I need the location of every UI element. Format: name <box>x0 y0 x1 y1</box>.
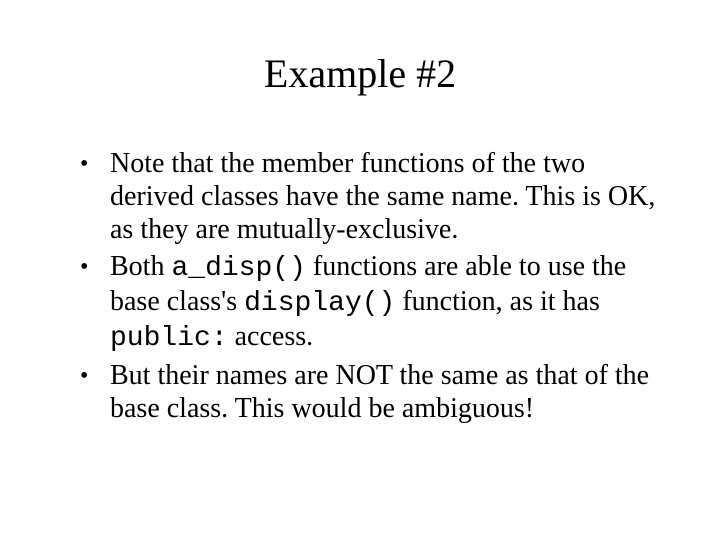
bullet-text: But their names are NOT the same as that… <box>110 360 649 424</box>
list-item: Note that the member functions of the tw… <box>80 147 660 246</box>
bullet-list: Note that the member functions of the tw… <box>50 147 670 425</box>
slide-title: Example #2 <box>50 50 670 97</box>
bullet-text: access. <box>228 321 314 352</box>
code-span: display() <box>244 288 395 319</box>
code-span: public: <box>110 323 228 354</box>
bullet-text: Note that the member functions of the tw… <box>110 148 655 245</box>
bullet-text: Both <box>110 251 171 282</box>
slide: Example #2 Note that the member function… <box>0 0 720 540</box>
bullet-text: function, as it has <box>395 286 600 317</box>
list-item: But their names are NOT the same as that… <box>80 359 660 425</box>
code-span: a_disp() <box>171 253 305 284</box>
list-item: Both a_disp() functions are able to use … <box>80 250 660 355</box>
